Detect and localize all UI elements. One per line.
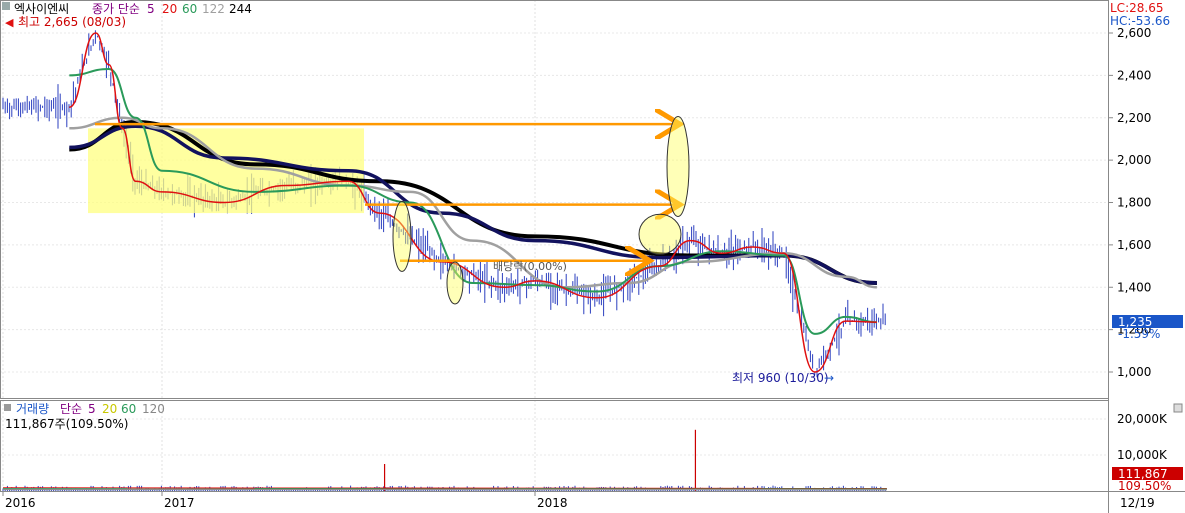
highlight-ellipse [446, 261, 464, 305]
highlight-ellipse [392, 200, 412, 272]
price-tick-label: 1,600 [1117, 238, 1151, 252]
current-date-label: 12/19 [1120, 496, 1155, 510]
current-volume-pct: 109.50% [1118, 479, 1171, 493]
volume-panel-icon[interactable] [4, 404, 11, 411]
price-tick-label: 2,600 [1117, 26, 1151, 40]
panel-icon[interactable] [2, 2, 10, 10]
highlight-ellipse [666, 115, 690, 217]
ma-indicator-title: 종가 단순 [92, 2, 140, 16]
date-tick-label: 2016 [5, 496, 36, 510]
volume-title: 거래량 [16, 402, 49, 416]
price-tick-label: 1,000 [1117, 365, 1151, 379]
volume-ma-title: 단순 [60, 402, 82, 416]
stock-name: 엑사이엔씨 [14, 2, 69, 16]
low-arrow-icon: → [824, 371, 834, 385]
price-tick-label: 2,200 [1117, 111, 1151, 125]
highlight-ellipse [638, 213, 682, 255]
price-tick-label: 2,000 [1117, 153, 1151, 167]
current-change-label: -1.59% [1118, 327, 1160, 341]
lc-label: LC:28.65 [1110, 1, 1163, 15]
low-price-label: 최저 960 (10/30) [732, 371, 829, 385]
hc-label: HC:-53.66 [1110, 14, 1170, 28]
ma60-label: 60 [182, 2, 197, 16]
volume-tick-label: 20,000K [1117, 412, 1168, 426]
vma60-label: 60 [121, 402, 136, 416]
price-tick-label: 2,400 [1117, 68, 1151, 82]
vma20-label: 20 [102, 402, 117, 416]
dividend-label: 배당락(0.00%) [493, 260, 567, 273]
vma120-label: 120 [142, 402, 165, 416]
volume-expand-button[interactable] [1173, 403, 1183, 413]
current-volume-label: 111,867주(109.50%) [5, 417, 128, 431]
vma5-label: 5 [88, 402, 96, 416]
date-tick-label: 2018 [537, 496, 568, 510]
date-tick-label: 2017 [164, 496, 195, 510]
price-tick-label: 1,800 [1117, 196, 1151, 210]
ma122-label: 122 [202, 2, 225, 16]
high-arrow-icon: ◀ [5, 16, 14, 29]
high-price-label: 최고 2,665 (08/03) [18, 15, 126, 29]
price-tick-label: 1,400 [1117, 280, 1151, 294]
stock-chart: 1,000 1,200 1,400 1,600 1,800 2,000 2,200 2,400… [0, 0, 1185, 513]
volume-tick-label: 10,000K [1117, 448, 1168, 462]
ma5-label: 5 [147, 2, 155, 16]
ma20-label: 20 [162, 2, 177, 16]
ma244-label: 244 [229, 2, 252, 16]
